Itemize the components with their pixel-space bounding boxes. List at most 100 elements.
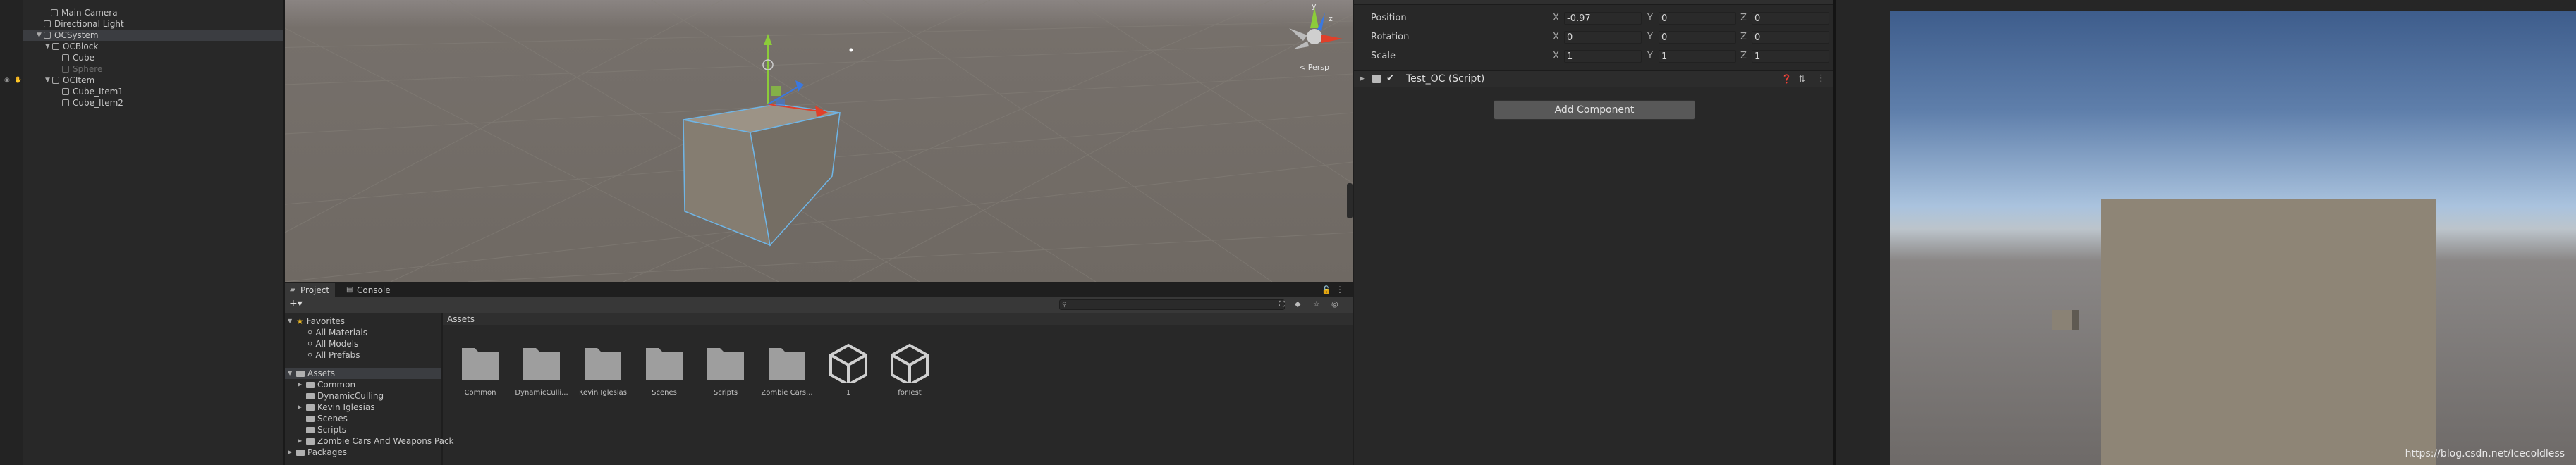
position-y-field[interactable]: 0 (1659, 12, 1736, 25)
position-x-field[interactable]: -0.97 (1564, 12, 1642, 25)
asset-folder[interactable]: DynamicCulli... (511, 340, 572, 410)
expand-arrow-icon[interactable]: ▼ (288, 316, 292, 327)
expand-arrow-icon[interactable]: ▼ (45, 75, 50, 86)
hierarchy-item-main-camera[interactable]: Main Camera (23, 7, 283, 18)
position-z-field[interactable]: 0 (1752, 12, 1829, 25)
expand-arrow-icon[interactable]: ▼ (37, 30, 42, 41)
rotation-z-field[interactable]: 0 (1752, 31, 1829, 44)
project-folder-tree: ▼ ★ Favorites ⚲ All Materials ⚲ All Models … (285, 313, 454, 465)
asset-scene[interactable]: forTest (879, 340, 940, 410)
folder-icon (462, 348, 499, 380)
hierarchy-item-cube-item2[interactable]: Cube_Item2 (23, 97, 283, 108)
foldout-arrow-icon[interactable]: ▶ (1360, 71, 1365, 87)
tree-favorite-item[interactable]: ⚲ All Materials (285, 327, 441, 338)
hierarchy-item-cube-item1[interactable]: Cube_Item1 (23, 86, 283, 97)
expand-arrow-icon[interactable]: ▶ (298, 379, 302, 390)
hierarchy-item-directional-light[interactable]: Directional Light (23, 18, 283, 30)
gameobject-icon (52, 77, 59, 84)
asset-folder[interactable]: Kevin Iglesias (573, 340, 633, 410)
small-cube (2052, 310, 2072, 330)
visibility-eye-icon[interactable]: ◉ (4, 75, 10, 86)
tree-favorite-item[interactable]: ⚲ All Models (285, 338, 441, 349)
search-by-label-icon[interactable]: ◆ (1295, 299, 1300, 309)
component-header[interactable]: ▶ ✔ Test_OC (Script) ❓ ⇅ ⋮ (1354, 70, 1833, 87)
lock-icon[interactable]: 🔓 (1321, 285, 1331, 294)
tree-favorite-item[interactable]: ⚲ All Prefabs (285, 349, 441, 361)
component-enabled-checkbox[interactable]: ✔ (1386, 71, 1394, 87)
gizmo-z-label: z (1329, 14, 1333, 23)
project-toolbar: +▾ ⚲ ⛶ ◆ ☆ ◎ (285, 297, 1353, 314)
project-tabs: ▰ Project ▤ Console 🔓 ⋮ (285, 283, 1353, 297)
large-cube (2101, 199, 2436, 465)
hierarchy-panel: Main Camera Directional Light ▼ OCSystem… (0, 0, 285, 465)
create-plus-icon[interactable]: +▾ (289, 298, 303, 309)
tree-packages[interactable]: ▶ Packages (285, 447, 441, 458)
folder-icon: ▰ (290, 286, 295, 294)
hierarchy-item-ocitem[interactable]: ◉ ✋ ▼ OCItem (4, 75, 283, 86)
search-icon: ⚲ (307, 341, 313, 349)
move-gizmo[interactable] (762, 34, 828, 117)
scene-canvas[interactable]: y z < Persp (285, 0, 1353, 282)
game-render (2052, 199, 2436, 465)
tree-folder-item[interactable]: ▶ Kevin Iglesias (285, 402, 441, 413)
project-search-input[interactable]: ⚲ (1059, 299, 1285, 310)
tree-assets[interactable]: ▼ Assets (285, 368, 441, 379)
gizmo-y-label: y (1312, 1, 1317, 11)
hidden-packages-icon[interactable]: ◎ (1331, 299, 1338, 309)
scene-view[interactable]: y z < Persp (285, 0, 1353, 282)
transform-rotation-row: Rotation X0 Y0 Z0 (1354, 30, 1833, 44)
unity-scene-icon (829, 343, 867, 387)
rotation-x-field[interactable]: 0 (1564, 31, 1642, 44)
hierarchy-item-sphere[interactable]: Sphere (23, 63, 283, 75)
expand-arrow-icon[interactable]: ▶ (298, 435, 302, 447)
search-icon: ⚲ (307, 330, 313, 337)
gameobject-icon (62, 99, 69, 106)
component-menu-icon[interactable]: ⋮ (1817, 71, 1826, 87)
persp-label[interactable]: < Persp (1299, 63, 1329, 72)
hierarchy-item-ocsystem[interactable]: ▼ OCSystem (23, 30, 283, 41)
preset-icon[interactable]: ⇅ (1798, 71, 1805, 87)
tree-folder-item[interactable]: DynamicCulling (285, 390, 441, 402)
folder-icon (523, 348, 560, 380)
scene-side-handle[interactable] (1347, 183, 1353, 218)
pickable-hand-icon[interactable]: ✋ (14, 75, 22, 86)
scale-x-field[interactable]: 1 (1564, 50, 1642, 63)
expand-arrow-icon[interactable]: ▶ (298, 402, 302, 413)
tree-folder-item[interactable]: Scenes (285, 413, 441, 424)
scale-y-field[interactable]: 1 (1659, 50, 1736, 63)
folder-icon (306, 427, 315, 433)
expand-arrow-icon[interactable]: ▶ (288, 447, 292, 458)
expand-arrow-icon[interactable]: ▼ (288, 368, 292, 379)
help-icon[interactable]: ❓ (1781, 71, 1792, 87)
tree-folder-item[interactable]: Scripts (285, 424, 441, 435)
more-options-icon[interactable]: ⋮ (1336, 285, 1344, 294)
asset-folder[interactable]: Scenes (634, 340, 695, 410)
gameobject-icon (44, 32, 51, 39)
search-by-type-icon[interactable]: ⛶ (1279, 299, 1285, 309)
transform-position-row: Position X -0.97 Y0 Z0 (1354, 11, 1833, 25)
tab-project[interactable]: ▰ Project (285, 283, 336, 297)
folder-icon (296, 371, 305, 377)
transform-header[interactable] (1354, 0, 1833, 5)
breadcrumb[interactable]: Assets (443, 313, 1353, 326)
hierarchy-item-cube[interactable]: Cube (23, 52, 283, 63)
tab-console[interactable]: ▤ Console (341, 283, 396, 297)
tree-favorites[interactable]: ▼ ★ Favorites (285, 316, 441, 327)
game-view[interactable]: https://blog.csdn.net/Icecoldless (1890, 11, 2576, 465)
add-component-button[interactable]: Add Component (1494, 100, 1695, 120)
tree-folder-item[interactable]: ▶ Common (285, 379, 441, 390)
tree-folder-item[interactable]: ▶ Zombie Cars And Weapons Pack (285, 435, 454, 447)
rotation-y-field[interactable]: 0 (1659, 31, 1736, 44)
transform-scale-row: Scale X1 Y1 Z1 (1354, 49, 1833, 63)
hierarchy-item-ocblock[interactable]: ▼ OCBlock (23, 41, 283, 52)
asset-folder[interactable]: Zombie Cars... (757, 340, 817, 410)
console-icon: ▤ (346, 286, 353, 294)
selected-cube[interactable] (683, 104, 841, 247)
asset-scene[interactable]: 1 (818, 340, 879, 410)
star-icon: ★ (296, 316, 304, 326)
favorite-search-icon[interactable]: ☆ (1313, 299, 1320, 309)
scale-z-field[interactable]: 1 (1752, 50, 1829, 63)
asset-folder[interactable]: Common (450, 340, 511, 410)
expand-arrow-icon[interactable]: ▼ (45, 41, 50, 52)
asset-folder[interactable]: Scripts (695, 340, 756, 410)
